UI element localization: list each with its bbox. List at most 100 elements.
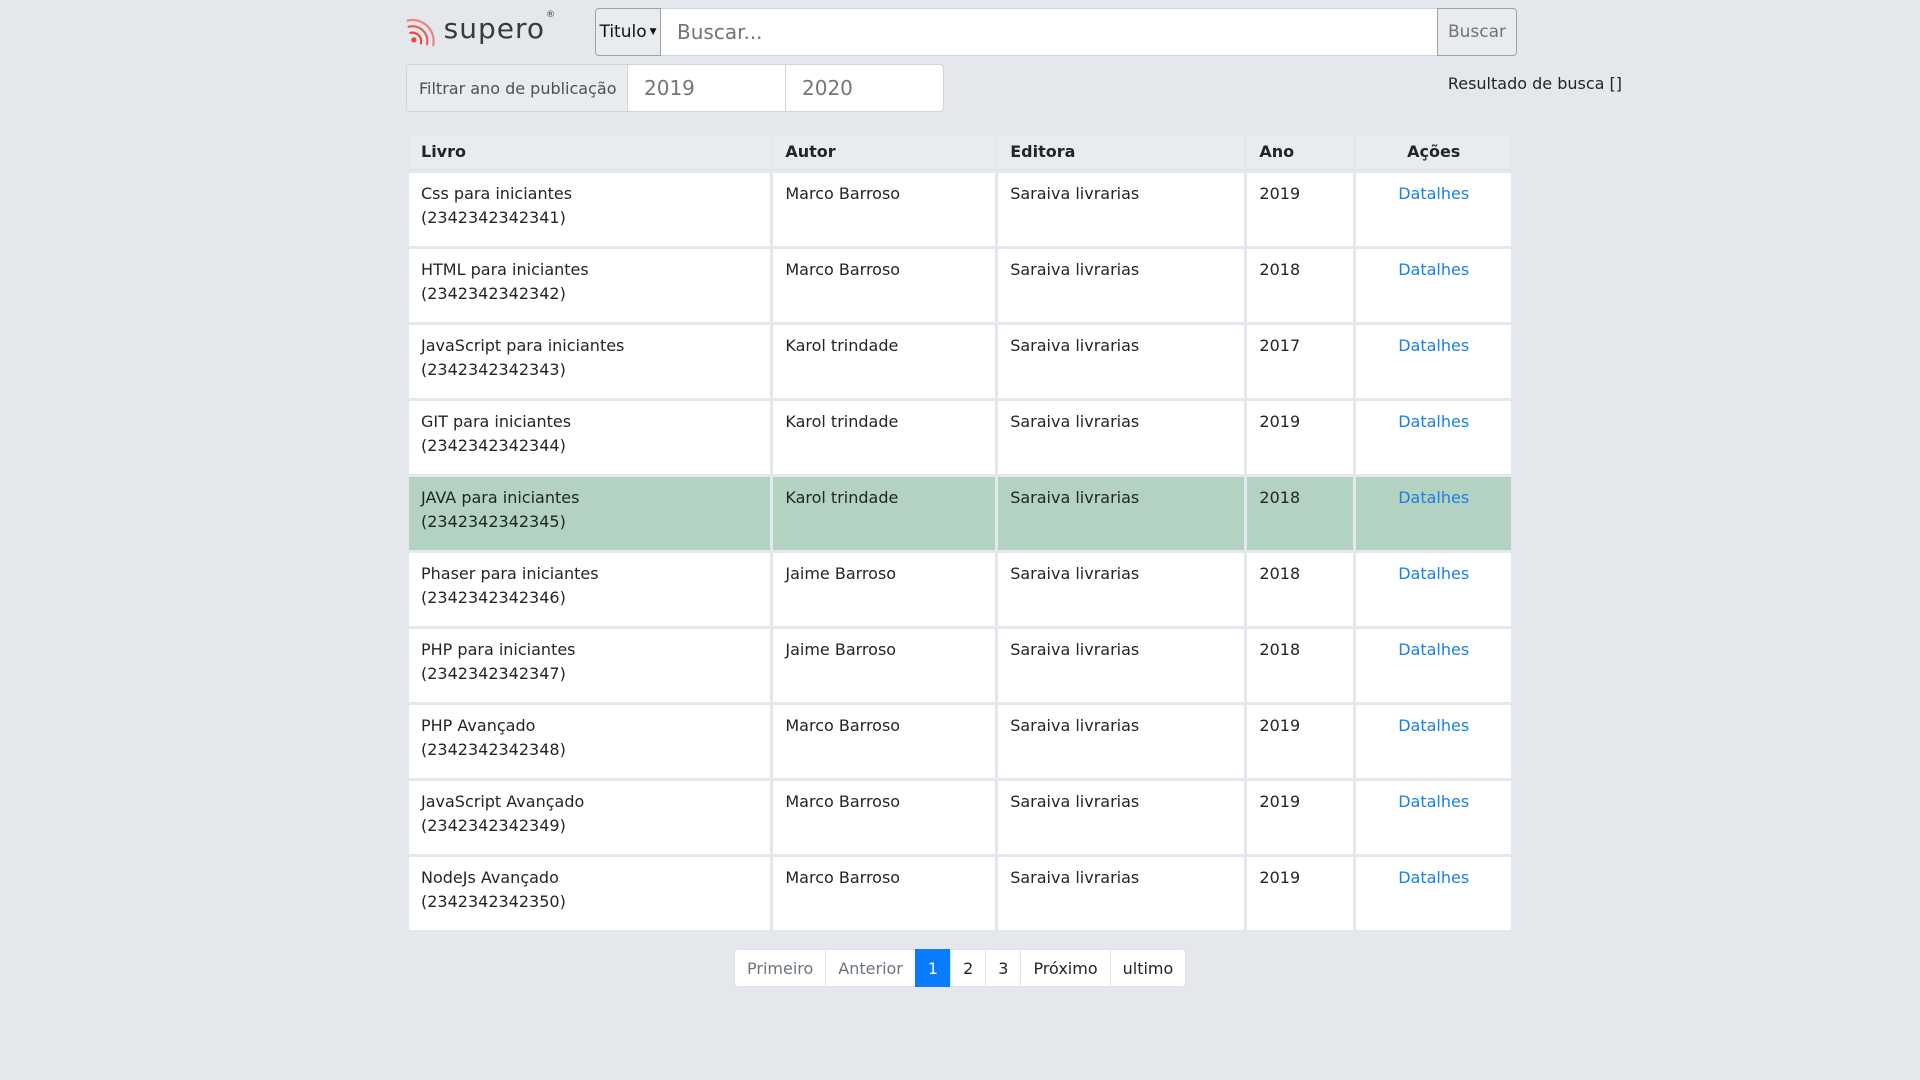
- cell-author: Marco Barroso: [773, 705, 996, 778]
- cell-book: JavaScript para iniciantes (2342342342343…: [409, 325, 771, 398]
- search-result-text: Resultado de busca []: [1447, 74, 1622, 93]
- cell-actions: Datalhes: [1356, 629, 1511, 702]
- year-from-input[interactable]: [628, 64, 786, 112]
- table-header-row: Livro Autor Editora Ano Ações: [409, 136, 1511, 170]
- page-next[interactable]: Próximo: [1020, 949, 1111, 987]
- details-link[interactable]: Datalhes: [1398, 640, 1469, 659]
- details-link[interactable]: Datalhes: [1398, 792, 1469, 811]
- cell-author: Jaime Barroso: [773, 553, 996, 626]
- column-header-autor[interactable]: Autor: [773, 136, 996, 170]
- page-last[interactable]: ultimo: [1109, 949, 1187, 987]
- cell-book: PHP para iniciantes (2342342342347): [409, 629, 771, 702]
- cell-book: JavaScript Avançado (2342342342349): [409, 781, 771, 854]
- book-isbn: (2342342342345): [421, 512, 566, 531]
- cell-book: Phaser para iniciantes (2342342342346): [409, 553, 771, 626]
- cell-actions: Datalhes: [1356, 325, 1511, 398]
- table-row[interactable]: Phaser para iniciantes (2342342342346) Jai…: [409, 553, 1511, 626]
- search-input[interactable]: [661, 8, 1437, 56]
- details-link[interactable]: Datalhes: [1398, 868, 1469, 887]
- column-header-livro[interactable]: Livro: [409, 136, 771, 170]
- cell-actions: Datalhes: [1356, 249, 1511, 322]
- table-row[interactable]: GIT para iniciantes (2342342342344) Karol …: [409, 401, 1511, 474]
- cell-year: 2019: [1247, 173, 1354, 246]
- details-link[interactable]: Datalhes: [1398, 716, 1469, 735]
- cell-year: 2019: [1247, 781, 1354, 854]
- page-previous[interactable]: Anterior: [825, 949, 916, 987]
- cell-actions: Datalhes: [1356, 477, 1511, 550]
- book-isbn: (2342342342349): [421, 816, 566, 835]
- book-title: JavaScript para iniciantes: [421, 336, 625, 355]
- table-row[interactable]: JavaScript para iniciantes (2342342342343…: [409, 325, 1511, 398]
- search-button[interactable]: Buscar: [1437, 8, 1517, 56]
- search-type-label: Titulo: [599, 22, 647, 42]
- book-isbn: (2342342342348): [421, 740, 566, 759]
- details-link[interactable]: Datalhes: [1398, 412, 1469, 431]
- cell-year: 2018: [1247, 553, 1354, 626]
- cell-publisher: Saraiva livrarias: [998, 781, 1245, 854]
- pagination: Primeiro Anterior 1 2 3 Próximo ultimo: [734, 949, 1187, 987]
- cell-actions: Datalhes: [1356, 553, 1511, 626]
- cell-actions: Datalhes: [1356, 781, 1511, 854]
- book-title: Css para iniciantes: [421, 184, 573, 203]
- page-first[interactable]: Primeiro: [734, 949, 827, 987]
- year-filter: Filtrar ano de publicação: [406, 64, 944, 112]
- cell-year: 2018: [1247, 629, 1354, 702]
- books-table: Livro Autor Editora Ano Ações Css para i…: [406, 133, 1514, 933]
- book-isbn: (2342342342342): [421, 284, 566, 303]
- book-title: JavaScript Avançado: [421, 792, 585, 811]
- cell-book: Css para iniciantes (2342342342341): [409, 173, 771, 246]
- book-isbn: (2342342342343): [421, 360, 566, 379]
- year-to-input[interactable]: [786, 64, 944, 112]
- supero-signal-icon: [406, 18, 435, 47]
- logo[interactable]: supero®: [406, 8, 556, 56]
- cell-publisher: Saraiva livrarias: [998, 705, 1245, 778]
- table-row[interactable]: NodeJs Avançado (2342342342350) Marco Barr…: [409, 857, 1511, 930]
- book-title: NodeJs Avançado: [421, 868, 559, 887]
- page-3[interactable]: 3: [985, 949, 1022, 987]
- book-isbn: (2342342342346): [421, 588, 566, 607]
- book-title: PHP Avançado: [421, 716, 536, 735]
- details-link[interactable]: Datalhes: [1398, 564, 1469, 583]
- table-row[interactable]: HTML para iniciantes (2342342342342) Marco…: [409, 249, 1511, 322]
- book-title: PHP para iniciantes: [421, 640, 576, 659]
- cell-actions: Datalhes: [1356, 705, 1511, 778]
- books-table-wrap: Livro Autor Editora Ano Ações Css para i…: [406, 133, 1514, 933]
- cell-publisher: Saraiva livrarias: [998, 325, 1245, 398]
- cell-publisher: Saraiva livrarias: [998, 629, 1245, 702]
- column-header-editora[interactable]: Editora: [998, 136, 1245, 170]
- book-title: Phaser para iniciantes: [421, 564, 599, 583]
- table-row[interactable]: JAVA para iniciantes (2342342342345) Karol…: [409, 477, 1511, 550]
- details-link[interactable]: Datalhes: [1398, 184, 1469, 203]
- cell-publisher: Saraiva livrarias: [998, 249, 1245, 322]
- caret-down-icon: ▼: [649, 27, 657, 37]
- table-row[interactable]: PHP para iniciantes (2342342342347) Jaime …: [409, 629, 1511, 702]
- search-type-dropdown[interactable]: Titulo ▼: [595, 8, 661, 56]
- cell-book: JAVA para iniciantes (2342342342345): [409, 477, 771, 550]
- cell-publisher: Saraiva livrarias: [998, 401, 1245, 474]
- page-2[interactable]: 2: [950, 949, 987, 987]
- details-link[interactable]: Datalhes: [1398, 488, 1469, 507]
- cell-publisher: Saraiva livrarias: [998, 477, 1245, 550]
- details-link[interactable]: Datalhes: [1398, 260, 1469, 279]
- column-header-acoes: Ações: [1356, 136, 1511, 170]
- cell-year: 2018: [1247, 249, 1354, 322]
- table-row[interactable]: PHP Avançado (2342342342348) Marco Barroso…: [409, 705, 1511, 778]
- details-link[interactable]: Datalhes: [1398, 336, 1469, 355]
- cell-year: 2018: [1247, 477, 1354, 550]
- cell-year: 2019: [1247, 857, 1354, 930]
- cell-author: Karol trindade: [773, 325, 996, 398]
- cell-author: Marco Barroso: [773, 173, 996, 246]
- logo-text: supero®: [443, 10, 556, 45]
- filter-label: Filtrar ano de publicação: [406, 64, 628, 112]
- cell-book: NodeJs Avançado (2342342342350): [409, 857, 771, 930]
- cell-publisher: Saraiva livrarias: [998, 173, 1245, 246]
- cell-author: Marco Barroso: [773, 781, 996, 854]
- page-1[interactable]: 1: [914, 949, 952, 987]
- column-header-ano[interactable]: Ano: [1247, 136, 1354, 170]
- cell-year: 2017: [1247, 325, 1354, 398]
- table-row[interactable]: Css para iniciantes (2342342342341) Marco …: [409, 173, 1511, 246]
- table-row[interactable]: JavaScript Avançado (2342342342349) Marco …: [409, 781, 1511, 854]
- cell-author: Jaime Barroso: [773, 629, 996, 702]
- cell-actions: Datalhes: [1356, 401, 1511, 474]
- book-title: GIT para iniciantes: [421, 412, 572, 431]
